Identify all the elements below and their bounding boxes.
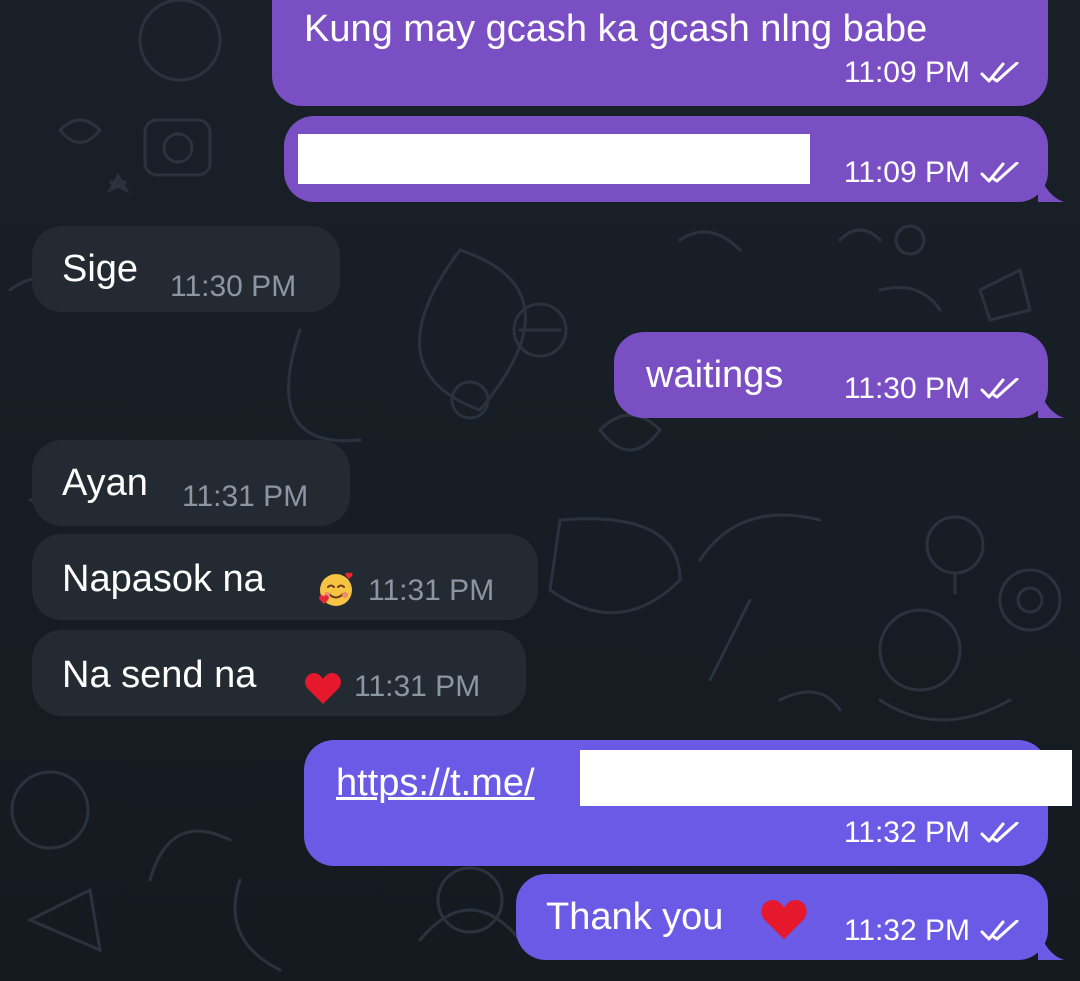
message-text: Sige: [62, 248, 139, 290]
incoming-message[interactable]: Ayan 11:31 PM: [32, 440, 350, 526]
bubble-tail: [1038, 386, 1064, 418]
message-time: 11:09 PM: [843, 156, 970, 189]
red-heart-icon: [305, 673, 341, 704]
message-link[interactable]: https://t.me/: [336, 762, 535, 805]
message-time: 11:31 PM: [368, 574, 495, 607]
read-double-check-icon: [980, 378, 1019, 399]
message-time: 11:09 PM: [843, 56, 970, 89]
incoming-message[interactable]: Na send na 11:31 PM: [32, 630, 526, 716]
message-time: 11:31 PM: [354, 670, 481, 703]
message-text: Na send na: [62, 654, 257, 696]
message-time: 11:30 PM: [843, 372, 970, 405]
message-text: Ayan: [62, 462, 148, 504]
outgoing-message[interactable]: Thank you 11:32 PM: [516, 874, 1048, 960]
incoming-message[interactable]: Sige 11:30 PM: [32, 226, 340, 312]
outgoing-message[interactable]: https://t.me/ 11:32 PM: [304, 740, 1072, 866]
message-time: 11:32 PM: [843, 914, 970, 947]
outgoing-message[interactable]: 11:09 PM: [284, 116, 1048, 202]
bubble-tail: [1038, 170, 1064, 202]
message-time: 11:30 PM: [170, 270, 297, 303]
read-double-check-icon: [980, 62, 1019, 83]
outgoing-message[interactable]: Kung may gcash ka gcash nlng babe 11:09 …: [272, 0, 1048, 106]
smiling-face-with-hearts-icon: [319, 572, 353, 606]
redacted-content: [298, 134, 810, 184]
message-time: 11:32 PM: [843, 816, 970, 849]
message-text: Kung may gcash ka gcash nlng babe: [304, 8, 928, 50]
message-text: waitings: [646, 354, 784, 396]
incoming-message[interactable]: Napasok na 11:31 PM: [32, 534, 538, 620]
message-time: 11:31 PM: [182, 480, 309, 513]
read-double-check-icon: [980, 822, 1019, 843]
outgoing-message[interactable]: waitings 11:30 PM: [614, 332, 1048, 418]
bubble-tail: [1038, 928, 1064, 960]
redacted-content: [580, 750, 1072, 806]
read-double-check-icon: [980, 162, 1019, 183]
message-text: Thank you: [546, 896, 724, 938]
message-text: Napasok na: [62, 558, 265, 600]
read-double-check-icon: [980, 920, 1019, 941]
red-heart-icon: [761, 900, 807, 940]
